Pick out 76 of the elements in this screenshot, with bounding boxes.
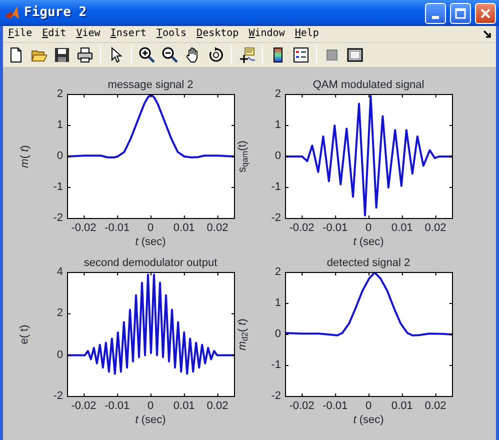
tick-label: -0.01 (104, 222, 130, 234)
tick-label: 2 (274, 266, 281, 278)
tick-label: -2 (52, 212, 63, 224)
menu-item[interactable]: Desktop (196, 27, 240, 41)
tick-label: 0.02 (206, 400, 228, 412)
menu-item[interactable]: Window (248, 27, 286, 41)
tick-label: -2 (52, 390, 63, 402)
data-cursor-icon (239, 47, 255, 63)
tick-label: -0.01 (322, 400, 348, 412)
new-file-icon (8, 47, 24, 63)
menu-item[interactable]: Help (294, 27, 320, 41)
window-frame-icon (347, 47, 363, 63)
tick-label: 0.01 (173, 400, 195, 412)
tick-label: 0 (274, 150, 281, 162)
chart-title: second demodulator output (82, 256, 218, 271)
tick-label: 0 (148, 222, 154, 234)
tick-label: -2 (270, 390, 281, 402)
tick-label: -0.02 (289, 222, 314, 234)
zoom-in-icon (139, 47, 155, 63)
tick-label: -1 (52, 181, 63, 193)
maximize-icon (455, 8, 466, 18)
tick-label: -2 (270, 212, 281, 224)
close-icon (480, 8, 491, 18)
tick-label: -1 (270, 181, 281, 193)
minimize-icon (432, 16, 439, 18)
tick-label: 0 (274, 328, 281, 340)
tick-label: -0.01 (104, 400, 130, 412)
tick-label: 0 (366, 222, 372, 234)
save-icon (54, 47, 70, 63)
square-icon (324, 47, 340, 63)
menu-item[interactable]: Insert (109, 27, 148, 41)
tick-label: 0 (56, 348, 63, 361)
tick-label: 2 (56, 88, 63, 100)
tick-label: 0 (56, 150, 63, 162)
chart-title: detected signal 2 (326, 256, 412, 271)
tick-label: 0 (148, 400, 154, 412)
tick-label: 0 (366, 400, 372, 412)
app-icon (4, 5, 20, 21)
tick-label: -1 (270, 359, 281, 371)
axis-label: t (sec) (135, 236, 166, 249)
tick-label: 0.01 (173, 222, 195, 234)
tick-label: 2 (56, 307, 63, 320)
tick-label: -0.02 (71, 400, 96, 412)
axis-label: t (sec) (353, 414, 384, 427)
tick-label: -0.02 (71, 222, 96, 234)
zoom-out-icon (162, 47, 178, 63)
tick-label: 0.02 (424, 400, 446, 412)
axis-label: e( t) (18, 324, 32, 344)
axis-label: m( t) (18, 144, 32, 168)
window-title: Figure 2 (24, 4, 88, 22)
tick-label: -0.01 (322, 222, 348, 234)
axis-label: t (sec) (353, 236, 384, 249)
tick-label: 0.02 (424, 222, 446, 234)
menu-item[interactable]: Edit (41, 27, 68, 41)
tick-label: 1 (274, 297, 281, 309)
close-button[interactable] (475, 2, 496, 24)
axis-label: t (sec) (135, 414, 166, 427)
chart-title: message signal 2 (106, 78, 194, 93)
tick-label: 1 (274, 119, 281, 131)
tick-label: -0.02 (289, 400, 314, 412)
menu-item[interactable]: File (7, 27, 34, 41)
tick-label: 1 (56, 119, 63, 131)
tick-label: 0.01 (391, 222, 413, 234)
tick-label: 0.01 (391, 400, 413, 412)
legend-icon (293, 47, 309, 63)
menu-item[interactable]: Tools (155, 27, 188, 41)
print-icon (77, 47, 93, 63)
tick-label: 2 (274, 88, 281, 100)
tick-label: 0.02 (206, 222, 228, 234)
maximize-button[interactable] (450, 2, 471, 24)
rotate-icon (208, 47, 224, 63)
chart-title: QAM modulated signal (312, 78, 426, 93)
dock-arrow-icon[interactable] (483, 30, 492, 38)
tick-label: 4 (56, 266, 63, 278)
minimize-button[interactable] (425, 2, 446, 24)
menu-item[interactable]: View (75, 27, 102, 41)
